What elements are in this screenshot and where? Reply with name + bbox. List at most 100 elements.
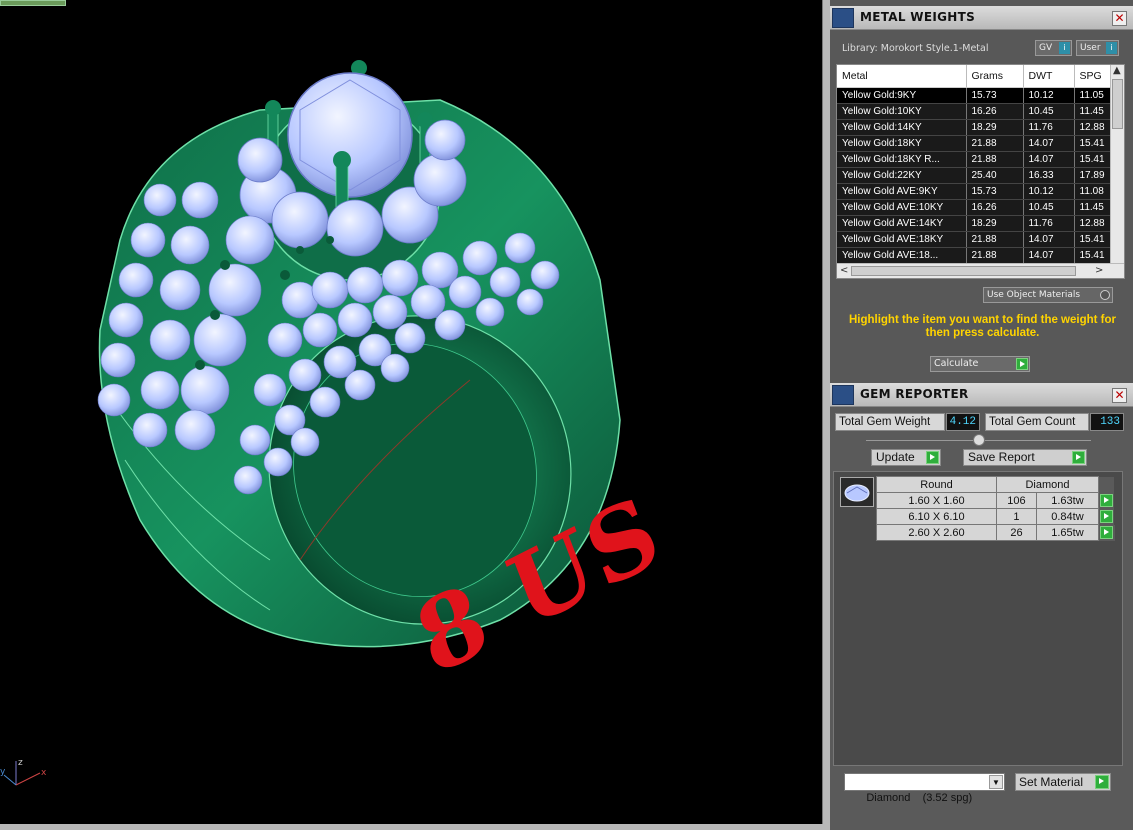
table-cell: 14.07 xyxy=(1023,247,1075,264)
table-cell: 10.45 xyxy=(1023,199,1075,216)
user-toggle-label: User xyxy=(1080,43,1101,53)
table-cell: 15.73 xyxy=(966,87,1024,104)
gv-toggle[interactable]: GV i xyxy=(1035,40,1072,56)
gem-size-cell: 6.10 X 6.10 xyxy=(876,508,997,525)
table-cell: Yellow Gold AVE:18KY xyxy=(837,231,967,248)
metal-weights-header: METAL WEIGHTS ✕ xyxy=(830,6,1133,30)
column-header-metal[interactable]: Metal xyxy=(837,65,967,88)
metal-weights-icon xyxy=(832,8,854,28)
table-cell: Yellow Gold AVE:10KY xyxy=(837,199,967,216)
gem-row[interactable]: 1.60 X 1.60 106 1.63tw xyxy=(876,492,1115,509)
material-select-value: Diamond (3.52 spg) xyxy=(866,792,973,804)
info-icon: i xyxy=(1106,42,1117,54)
table-row[interactable]: Yellow Gold:18KY R... 21.88 14.07 15.41 xyxy=(837,151,1115,168)
slider-handle[interactable] xyxy=(973,434,985,446)
table-row[interactable]: Yellow Gold AVE:18... 21.88 14.07 15.41 xyxy=(837,247,1115,264)
play-icon[interactable] xyxy=(1100,493,1113,507)
table-row[interactable]: Yellow Gold AVE:18KY 21.88 14.07 15.41 xyxy=(837,231,1115,248)
radio-icon[interactable] xyxy=(1100,290,1110,300)
user-toggle[interactable]: User i xyxy=(1076,40,1119,56)
table-cell: 21.88 xyxy=(966,247,1024,264)
gem-table[interactable]: Round Diamond 1.60 X 1.60 106 1.63tw 6.10 X… xyxy=(876,476,1115,541)
vertical-scrollbar[interactable]: ▲ xyxy=(1110,65,1124,265)
gem-size-cell: 2.60 X 2.60 xyxy=(876,524,997,541)
gem-size-cell: 1.60 X 1.60 xyxy=(876,492,997,509)
close-icon[interactable]: ✕ xyxy=(1112,388,1127,403)
play-icon xyxy=(1095,775,1109,789)
table-cell: Yellow Gold AVE:14KY xyxy=(837,215,967,232)
table-cell: Yellow Gold:22KY xyxy=(837,167,967,184)
play-icon[interactable] xyxy=(1100,509,1113,523)
table-cell: 21.88 xyxy=(966,231,1024,248)
column-header-dwt[interactable]: DWT xyxy=(1023,65,1075,88)
chevron-down-icon[interactable]: ▼ xyxy=(989,775,1003,789)
table-row[interactable]: Yellow Gold AVE:14KY 18.29 11.76 12.88 xyxy=(837,215,1115,232)
update-button[interactable]: Update xyxy=(871,449,941,466)
play-icon[interactable] xyxy=(1100,525,1113,539)
column-header-grams[interactable]: Grams xyxy=(966,65,1024,88)
gem-row-action[interactable] xyxy=(1098,508,1115,525)
gem-row[interactable]: 6.10 X 6.10 1 0.84tw xyxy=(876,508,1115,525)
gem-count-cell: 26 xyxy=(996,524,1037,541)
metal-weights-table[interactable]: Metal Grams DWT SPG Yellow Gold:9KY 15.73… xyxy=(836,64,1125,279)
3d-viewport[interactable]: 8 US z x y xyxy=(0,0,822,824)
total-gem-count-label: Total Gem Count xyxy=(985,413,1089,431)
table-row[interactable]: Yellow Gold:22KY 25.40 16.33 17.89 xyxy=(837,167,1115,184)
table-cell: 15.73 xyxy=(966,183,1024,200)
table-row[interactable]: Yellow Gold AVE:10KY 16.26 10.45 11.45 xyxy=(837,199,1115,216)
scroll-up-icon[interactable]: ▲ xyxy=(1113,65,1121,76)
use-object-materials-checkbox[interactable]: Use Object Materials xyxy=(983,287,1113,303)
set-material-label: Set Material xyxy=(1019,775,1084,789)
table-row[interactable]: Yellow Gold:9KY 15.73 10.12 11.05 xyxy=(837,87,1115,104)
table-row[interactable]: Yellow Gold AVE:9KY 15.73 10.12 11.08 xyxy=(837,183,1115,200)
gem-weight-cell: 0.84tw xyxy=(1035,508,1100,525)
scroll-left-icon[interactable]: < xyxy=(840,265,848,276)
table-cell: Yellow Gold AVE:9KY xyxy=(837,183,967,200)
bottom-splitter xyxy=(0,824,830,830)
library-label: Library: Morokort Style.1-Metal xyxy=(842,43,989,54)
gv-toggle-label: GV xyxy=(1039,43,1053,53)
axis-z-label: z xyxy=(18,758,23,768)
total-gem-count-value: 133 xyxy=(1090,413,1124,431)
gem-material-header: Diamond xyxy=(996,476,1099,493)
hint-text: Highlight the item you want to find the … xyxy=(848,314,1117,339)
gem-reporter-header: GEM REPORTER ✕ xyxy=(830,383,1133,407)
calculate-label: Calculate xyxy=(934,358,979,369)
round-gem-icon[interactable] xyxy=(840,477,874,507)
table-cell: 11.76 xyxy=(1023,119,1075,136)
axis-y-label: y xyxy=(0,767,6,777)
table-cell: 15.41 xyxy=(1074,247,1115,264)
gem-row-action[interactable] xyxy=(1098,492,1115,509)
ring-model xyxy=(97,60,621,648)
gem-count-cell: 1 xyxy=(996,508,1037,525)
gem-row-action[interactable] xyxy=(1098,524,1115,541)
table-row[interactable]: Yellow Gold:18KY 21.88 14.07 15.41 xyxy=(837,135,1115,152)
metal-weights-title: METAL WEIGHTS xyxy=(860,10,976,24)
update-label: Update xyxy=(876,450,915,464)
close-icon[interactable]: ✕ xyxy=(1112,11,1127,26)
play-icon xyxy=(1016,358,1028,370)
horizontal-scrollbar[interactable]: < > xyxy=(837,263,1124,278)
calculate-button[interactable]: Calculate xyxy=(930,356,1030,372)
scroll-thumb[interactable] xyxy=(1112,79,1123,129)
table-cell: 16.26 xyxy=(966,103,1024,120)
table-cell: 12.88 xyxy=(1074,119,1115,136)
table-cell: Yellow Gold:18KY xyxy=(837,135,967,152)
info-icon: i xyxy=(1059,42,1070,54)
table-row[interactable]: Yellow Gold:14KY 18.29 11.76 12.88 xyxy=(837,119,1115,136)
gem-report-area: Round Diamond 1.60 X 1.60 106 1.63tw 6.10 X… xyxy=(833,471,1123,766)
table-cell: 11.76 xyxy=(1023,215,1075,232)
material-select[interactable]: Diamond (3.52 spg) ▼ xyxy=(844,773,1005,804)
gem-row[interactable]: 2.60 X 2.60 26 1.65tw xyxy=(876,524,1115,541)
save-report-button[interactable]: Save Report xyxy=(963,449,1087,466)
scroll-thumb[interactable] xyxy=(851,266,1076,276)
column-header-spg[interactable]: SPG xyxy=(1074,65,1115,88)
set-material-button[interactable]: Set Material xyxy=(1015,773,1111,791)
panel-splitter[interactable] xyxy=(822,0,830,830)
table-cell: 18.29 xyxy=(966,215,1024,232)
use-object-materials-label: Use Object Materials xyxy=(987,290,1081,300)
scroll-right-icon[interactable]: > xyxy=(1095,265,1103,276)
table-cell: 14.07 xyxy=(1023,231,1075,248)
table-cell: Yellow Gold:9KY xyxy=(837,87,967,104)
table-row[interactable]: Yellow Gold:10KY 16.26 10.45 11.45 xyxy=(837,103,1115,120)
